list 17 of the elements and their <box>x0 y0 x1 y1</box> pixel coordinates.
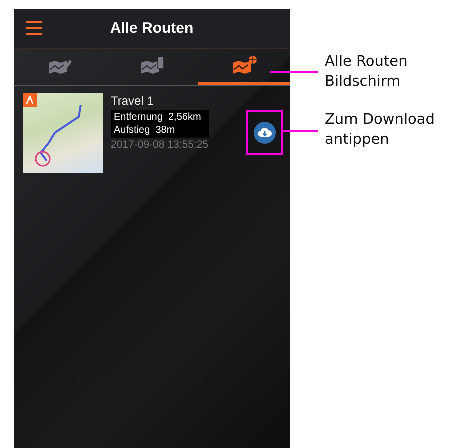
highlight-frame <box>246 110 283 155</box>
map-icon <box>230 55 258 76</box>
map-icon <box>138 55 166 76</box>
menu-button[interactable] <box>26 21 42 35</box>
distance-text: Entfernung 2,56km <box>114 111 202 124</box>
ascent-text: Aufstieg 38m <box>114 124 176 137</box>
cloud-download-icon <box>258 127 272 139</box>
route-name: Travel 1 <box>111 94 155 108</box>
leader-line <box>270 71 318 73</box>
map-thumbnail[interactable] <box>23 93 103 173</box>
leader-line <box>281 130 318 132</box>
callout-text: Zum Download antippen <box>325 111 435 150</box>
screen-title: Alle Routen <box>110 20 194 37</box>
route-date: 2017-09-08 13:55:25 <box>111 139 208 151</box>
download-button[interactable] <box>254 122 276 144</box>
callout-text: Alle Routen Bildschirm <box>325 53 409 92</box>
hiker-badge-icon <box>23 93 37 107</box>
